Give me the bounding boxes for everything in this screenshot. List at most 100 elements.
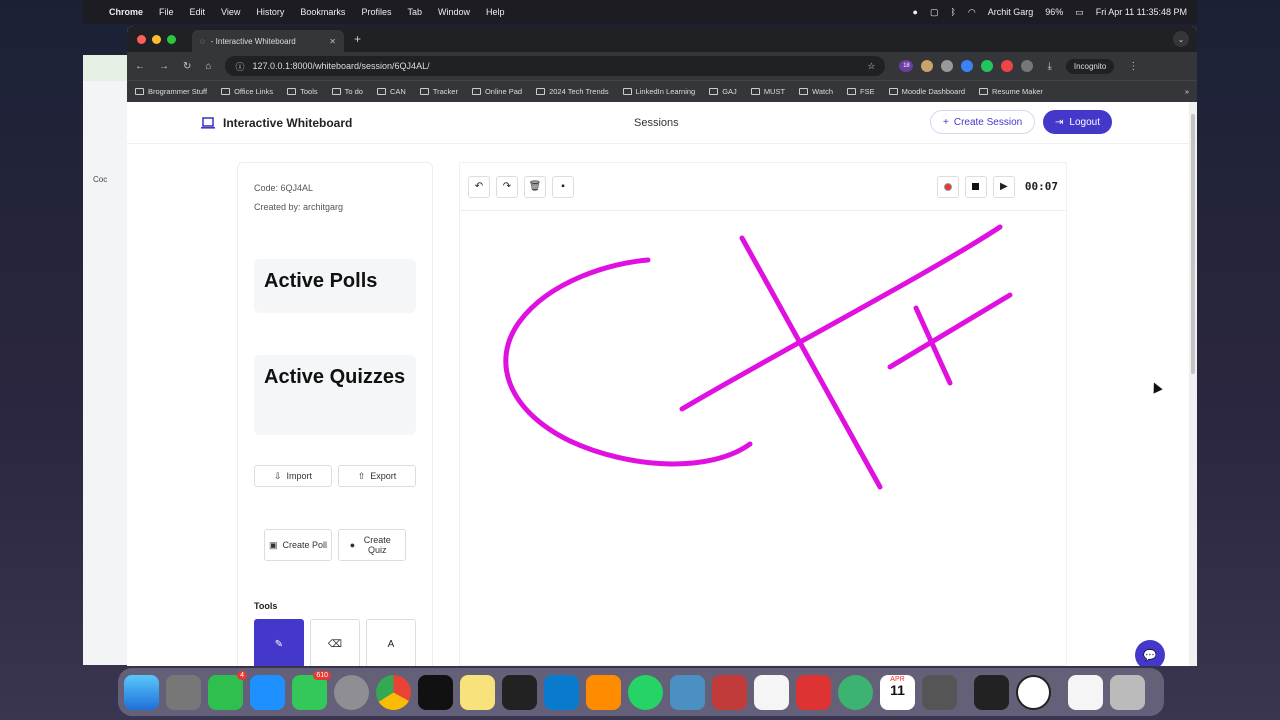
menu-profiles[interactable]: Profiles <box>361 7 391 17</box>
pen-tool-button[interactable]: ✎ <box>254 619 304 666</box>
back-icon[interactable]: ← <box>135 61 145 72</box>
logout-button[interactable]: ⇥ Logout <box>1043 110 1112 134</box>
new-tab-icon[interactable]: + <box>354 32 361 46</box>
extension-icon[interactable] <box>961 60 974 72</box>
bookmark-item[interactable]: CAN <box>376 87 406 96</box>
bookmark-star-icon[interactable]: ☆ <box>867 61 875 72</box>
menu-bookmarks[interactable]: Bookmarks <box>300 7 345 17</box>
extension-icon[interactable] <box>941 60 954 72</box>
terminal-icon[interactable] <box>418 674 453 710</box>
menubar-app-name[interactable]: Chrome <box>109 7 143 17</box>
notes-icon[interactable] <box>460 674 495 710</box>
trash-icon[interactable] <box>1110 674 1145 710</box>
bookmark-item[interactable]: 2024 Tech Trends <box>536 87 609 96</box>
app-store-icon[interactable] <box>250 674 285 710</box>
bookmark-item[interactable]: Brogrammer Stuff <box>135 87 207 96</box>
recent-document-icon[interactable] <box>1068 674 1103 710</box>
tab-search-icon[interactable]: ⌄ <box>1173 31 1189 47</box>
bookmark-item[interactable]: Watch <box>799 87 833 96</box>
whatsapp-icon[interactable] <box>628 674 663 710</box>
calendar-icon[interactable]: APR 11 <box>880 674 915 710</box>
bookmark-item[interactable]: Tools <box>287 87 318 96</box>
import-button[interactable]: ⇩ Import <box>254 465 332 487</box>
messages-icon[interactable]: 610 <box>292 670 331 710</box>
browser-tab[interactable]: ◌ - Interactive Whiteboard ✕ <box>192 30 344 52</box>
bookmark-item[interactable]: Moodle Dashboard <box>888 87 965 96</box>
vscode-icon[interactable] <box>544 674 579 710</box>
menubar-datetime[interactable]: Fri Apr 11 11:35:48 PM <box>1096 7 1187 17</box>
undo-icon[interactable]: ↶ <box>468 175 490 198</box>
clock-icon[interactable] <box>1016 674 1051 710</box>
menu-history[interactable]: History <box>256 7 284 17</box>
extensions-puzzle-icon[interactable] <box>1021 60 1034 72</box>
screens-icon[interactable]: ▢ <box>930 7 939 18</box>
solitaire-icon[interactable] <box>796 674 831 710</box>
menubar-user[interactable]: Archit Garg <box>988 7 1034 17</box>
brand[interactable]: Interactive Whiteboard <box>201 116 352 130</box>
drawing-canvas[interactable] <box>460 211 1066 665</box>
extension-icon[interactable] <box>921 60 934 72</box>
preview-icon[interactable] <box>670 674 705 710</box>
text-tool-button[interactable]: A <box>366 619 416 666</box>
wifi-icon[interactable]: ◠ <box>968 7 976 18</box>
url-text[interactable]: 127.0.0.1:8000/whiteboard/session/6QJ4AL… <box>252 61 429 71</box>
page-scrollbar[interactable] <box>1189 102 1197 666</box>
screen-mirroring-icon[interactable] <box>712 674 747 710</box>
menu-file[interactable]: File <box>159 7 174 17</box>
chrome-icon[interactable] <box>376 674 411 710</box>
chrome-menu-icon[interactable]: ⋮ <box>1128 61 1138 72</box>
record-status-icon[interactable]: ● <box>913 7 918 17</box>
bookmark-item[interactable]: LinkedIn Learning <box>622 87 695 96</box>
menu-help[interactable]: Help <box>486 7 505 17</box>
extension-badge-icon[interactable]: 18 <box>899 60 914 72</box>
address-bar[interactable]: ⓘ 127.0.0.1:8000/whiteboard/session/6QJ4… <box>225 56 886 76</box>
zoom-window-icon[interactable] <box>167 34 176 44</box>
stop-button[interactable] <box>964 175 987 198</box>
download-icon[interactable]: ⤓ <box>1047 61 1051 72</box>
bookmark-item[interactable]: GAJ <box>709 87 737 96</box>
scrollbar-thumb[interactable] <box>1191 114 1195 374</box>
settings-icon[interactable] <box>334 674 369 710</box>
create-quiz-button[interactable]: ● Create Quiz <box>338 529 406 561</box>
trash-icon[interactable]: 🗑 <box>524 175 546 198</box>
forward-icon[interactable]: → <box>159 61 169 72</box>
redo-icon[interactable]: ↷ <box>496 175 518 198</box>
eraser-tool-button[interactable]: ⌫ <box>310 619 360 666</box>
home-icon[interactable]: ⌂ <box>205 61 211 72</box>
play-button[interactable]: ▶ <box>992 175 1015 198</box>
export-button[interactable]: ⇧ Export <box>338 465 416 487</box>
adblock-icon[interactable] <box>1001 60 1014 72</box>
create-session-button[interactable]: + Create Session <box>930 110 1036 134</box>
launchpad-icon[interactable] <box>166 674 201 710</box>
activity-monitor-icon[interactable] <box>502 674 537 710</box>
bookmark-item[interactable]: Resume Maker <box>979 87 1043 96</box>
battery-icon[interactable]: ▭ <box>1075 7 1084 18</box>
calculator-icon[interactable] <box>922 674 957 710</box>
minimize-window-icon[interactable] <box>152 34 161 44</box>
reminders-icon[interactable] <box>754 674 789 710</box>
menu-view[interactable]: View <box>221 7 240 17</box>
grammarly-icon[interactable] <box>981 60 994 72</box>
bookmark-item[interactable]: Online Pad <box>471 87 522 96</box>
finder-icon[interactable] <box>124 674 159 710</box>
bookmark-item[interactable]: Tracker <box>419 87 458 96</box>
more-bookmarks-icon[interactable]: » <box>1185 87 1189 96</box>
sublime-icon[interactable] <box>586 674 621 710</box>
create-poll-button[interactable]: ▣ Create Poll <box>264 529 332 561</box>
bookmark-item[interactable]: To do <box>331 87 363 96</box>
bluetooth-icon[interactable]: ᛒ <box>950 7 955 17</box>
close-tab-icon[interactable]: ✕ <box>329 37 336 46</box>
facetime-icon[interactable]: 4 <box>208 670 247 710</box>
find-my-icon[interactable] <box>838 674 873 710</box>
bookmark-item[interactable]: MUST <box>750 87 785 96</box>
site-info-icon[interactable]: ⓘ <box>235 60 244 73</box>
chat-button[interactable]: 💬 <box>1135 640 1165 666</box>
close-window-icon[interactable] <box>137 34 146 44</box>
bookmark-item[interactable]: FSE <box>847 87 875 96</box>
record-button[interactable] <box>936 175 959 198</box>
utility-app-icon[interactable] <box>974 674 1009 710</box>
reload-icon[interactable]: ↻ <box>183 61 191 72</box>
menu-window[interactable]: Window <box>438 7 470 17</box>
menu-edit[interactable]: Edit <box>190 7 206 17</box>
nav-sessions-link[interactable]: Sessions <box>634 117 679 129</box>
